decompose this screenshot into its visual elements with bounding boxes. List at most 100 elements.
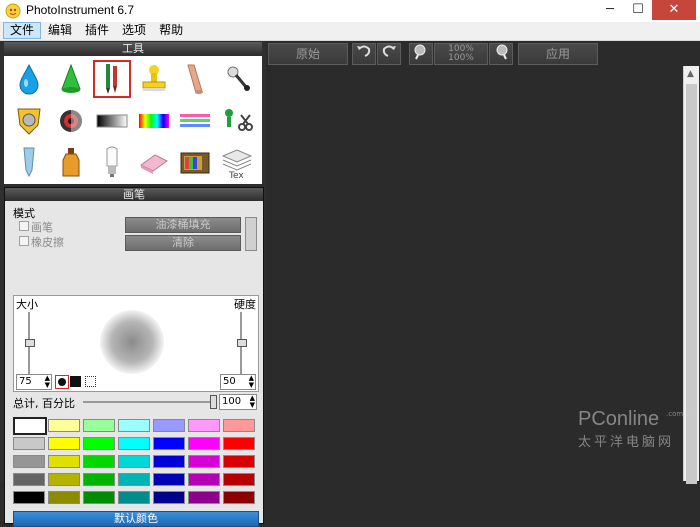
color-swatch[interactable] bbox=[13, 417, 47, 435]
undo-button[interactable] bbox=[352, 43, 376, 65]
vertical-scrollbar[interactable]: ▲ bbox=[683, 66, 699, 484]
tool-brush[interactable] bbox=[93, 60, 131, 98]
color-swatch[interactable] bbox=[83, 455, 115, 468]
color-swatch[interactable] bbox=[118, 491, 150, 504]
tool-tube[interactable] bbox=[10, 144, 48, 182]
color-swatch[interactable] bbox=[188, 419, 220, 432]
color-swatch[interactable] bbox=[153, 491, 185, 504]
eraser-icon bbox=[140, 154, 168, 174]
color-swatch[interactable] bbox=[188, 491, 220, 504]
brush-mode-checkbox[interactable] bbox=[19, 221, 29, 231]
color-swatch[interactable] bbox=[13, 437, 45, 450]
color-swatch[interactable] bbox=[118, 455, 150, 468]
color-swatch[interactable] bbox=[188, 473, 220, 486]
original-button[interactable]: 原始 bbox=[268, 43, 348, 65]
rainbow-bar-icon bbox=[139, 114, 169, 128]
tool-tv[interactable] bbox=[176, 144, 214, 182]
color-swatch[interactable] bbox=[118, 473, 150, 486]
brush-mode-label: 画笔 bbox=[31, 221, 53, 234]
color-swatch[interactable] bbox=[153, 455, 185, 468]
scroll-up-icon[interactable]: ▲ bbox=[687, 69, 694, 79]
hardness-value: 50 bbox=[223, 376, 236, 387]
zoom-out-button[interactable] bbox=[409, 43, 433, 65]
tool-gradient[interactable] bbox=[93, 102, 131, 140]
menu-edit[interactable]: 编辑 bbox=[42, 22, 78, 39]
size-slider-thumb[interactable] bbox=[25, 339, 35, 347]
color-swatch[interactable] bbox=[48, 473, 80, 486]
pin-icon bbox=[227, 66, 250, 91]
tool-bottle[interactable] bbox=[52, 144, 90, 182]
color-swatch[interactable] bbox=[153, 437, 185, 450]
eraser-mode-checkbox[interactable] bbox=[19, 236, 29, 246]
color-swatch[interactable] bbox=[48, 491, 80, 504]
color-lines-icon bbox=[180, 114, 210, 127]
color-swatch[interactable] bbox=[48, 419, 80, 432]
zoom-level[interactable]: 100% 100% bbox=[434, 43, 488, 65]
text-layers-icon: Tex bbox=[221, 149, 253, 180]
clear-button[interactable]: 清除 bbox=[125, 235, 241, 251]
total-slider-track[interactable] bbox=[83, 401, 213, 403]
zoom-in-button[interactable] bbox=[489, 43, 513, 65]
default-colors-button[interactable]: 默认颜色 bbox=[13, 511, 259, 527]
total-slider-thumb[interactable] bbox=[210, 395, 217, 409]
redo-button[interactable] bbox=[377, 43, 401, 65]
tool-shield[interactable] bbox=[10, 102, 48, 140]
tool-red-eye[interactable] bbox=[52, 102, 90, 140]
color-swatch[interactable] bbox=[188, 455, 220, 468]
color-swatch[interactable] bbox=[118, 419, 150, 432]
menu-options[interactable]: 选项 bbox=[116, 22, 152, 39]
square-brush-icon[interactable] bbox=[70, 376, 81, 387]
zoom-bottom-value: 100% bbox=[448, 53, 474, 63]
tool-pin[interactable] bbox=[218, 60, 256, 98]
tool-color-lines[interactable] bbox=[176, 102, 214, 140]
color-swatch[interactable] bbox=[83, 419, 115, 432]
hardness-label: 硬度 bbox=[234, 298, 256, 311]
color-swatch[interactable] bbox=[83, 491, 115, 504]
color-swatch[interactable] bbox=[188, 437, 220, 450]
close-button[interactable]: ✕ bbox=[652, 0, 696, 20]
menu-file[interactable]: 文件 bbox=[3, 22, 42, 39]
tool-sharpen[interactable] bbox=[52, 60, 90, 98]
minimize-button[interactable]: ─ bbox=[596, 0, 624, 20]
color-swatch[interactable] bbox=[13, 455, 45, 468]
tool-rainbow[interactable] bbox=[135, 102, 173, 140]
color-swatch[interactable] bbox=[223, 437, 255, 450]
total-spinbox[interactable]: 100 ▲ ▼ bbox=[219, 394, 257, 410]
color-swatch[interactable] bbox=[83, 473, 115, 486]
menu-bar: 文件 编辑 插件 选项 帮助 bbox=[0, 22, 700, 41]
tool-text-layers[interactable]: Tex bbox=[218, 144, 256, 182]
menu-plugins[interactable]: 插件 bbox=[79, 22, 115, 39]
color-swatch[interactable] bbox=[13, 491, 45, 504]
color-swatch[interactable] bbox=[223, 473, 255, 486]
tool-bulb[interactable] bbox=[93, 144, 131, 182]
tool-scissors[interactable] bbox=[218, 102, 256, 140]
color-swatch[interactable] bbox=[153, 419, 185, 432]
round-brush-icon[interactable] bbox=[55, 375, 69, 389]
size-spinbox[interactable]: 75 ▲ ▼ bbox=[16, 374, 52, 390]
tool-smudge[interactable] bbox=[176, 60, 214, 98]
mode-scroll[interactable] bbox=[245, 217, 257, 251]
selection-brush-icon[interactable] bbox=[85, 376, 96, 387]
tool-water-drop[interactable] bbox=[10, 60, 48, 98]
hardness-spinbox[interactable]: 50 ▲ ▼ bbox=[220, 374, 256, 390]
color-swatch[interactable] bbox=[48, 437, 80, 450]
maximize-button[interactable]: ☐ bbox=[624, 0, 652, 20]
color-swatch[interactable] bbox=[13, 473, 45, 486]
apply-button[interactable]: 应用 bbox=[518, 43, 598, 65]
spin-arrows-icon: ▲ ▼ bbox=[248, 374, 254, 389]
color-swatch[interactable] bbox=[223, 455, 255, 468]
color-swatch[interactable] bbox=[223, 491, 255, 504]
color-swatch[interactable] bbox=[153, 473, 185, 486]
hardness-slider-thumb[interactable] bbox=[237, 339, 247, 347]
tool-eraser[interactable] bbox=[135, 144, 173, 182]
color-swatch[interactable] bbox=[83, 437, 115, 450]
brush-panel-title: 画笔 bbox=[5, 188, 263, 201]
color-swatch[interactable] bbox=[223, 419, 255, 432]
menu-help[interactable]: 帮助 bbox=[153, 22, 189, 39]
scrollbar-thumb[interactable] bbox=[686, 84, 697, 484]
fill-button[interactable]: 油漆桶填充 bbox=[125, 217, 241, 233]
color-swatch[interactable] bbox=[118, 437, 150, 450]
color-swatch[interactable] bbox=[48, 455, 80, 468]
magnifier-plus-icon bbox=[496, 44, 508, 60]
tool-stamp[interactable] bbox=[135, 60, 173, 98]
